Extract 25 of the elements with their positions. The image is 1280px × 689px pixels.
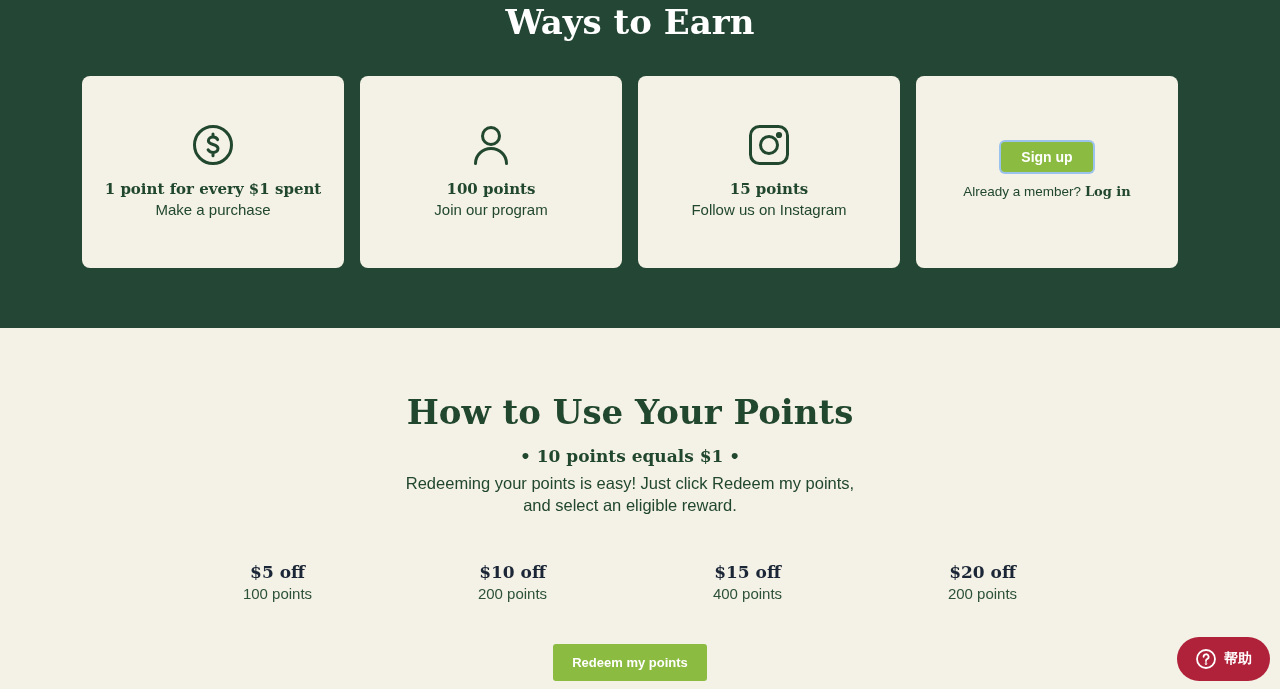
reward-points: 100 points: [242, 584, 313, 604]
reward-points: 200 points: [477, 584, 548, 604]
log-in-link[interactable]: Log in: [1084, 184, 1131, 199]
card-title: 15 points: [729, 178, 809, 200]
card-subtitle: Make a purchase: [155, 199, 271, 220]
reward-title: $20 off: [949, 561, 1016, 584]
card-title: 100 points: [446, 178, 536, 200]
member-prompt: Already a member? Log in: [963, 183, 1131, 201]
reward-title: $15 off: [714, 561, 781, 584]
person-icon: [471, 124, 511, 165]
card-title: 1 point for every $1 spent: [104, 178, 322, 200]
reward-points: 200 points: [947, 584, 1018, 604]
reward-title: $10 off: [479, 561, 546, 584]
reward-title: $5 off: [250, 561, 305, 584]
help-icon: [1196, 649, 1216, 669]
card-subtitle: Follow us on Instagram: [691, 199, 847, 220]
section-title: Ways to Earn: [505, 1, 755, 44]
section-title: How to Use Your Points: [406, 391, 854, 434]
camera-icon: [749, 124, 789, 165]
help-button[interactable]: 帮助: [1177, 637, 1270, 681]
reward-points: 400 points: [712, 584, 783, 604]
dollar-icon: [193, 124, 233, 165]
card-subtitle: Join our program: [434, 199, 548, 220]
points-rate: • 10 points equals $1 •: [519, 445, 741, 468]
redeem-description: Redeeming your points is easy! Just click Redeem my points, and select an eligible reward.: [404, 473, 856, 516]
